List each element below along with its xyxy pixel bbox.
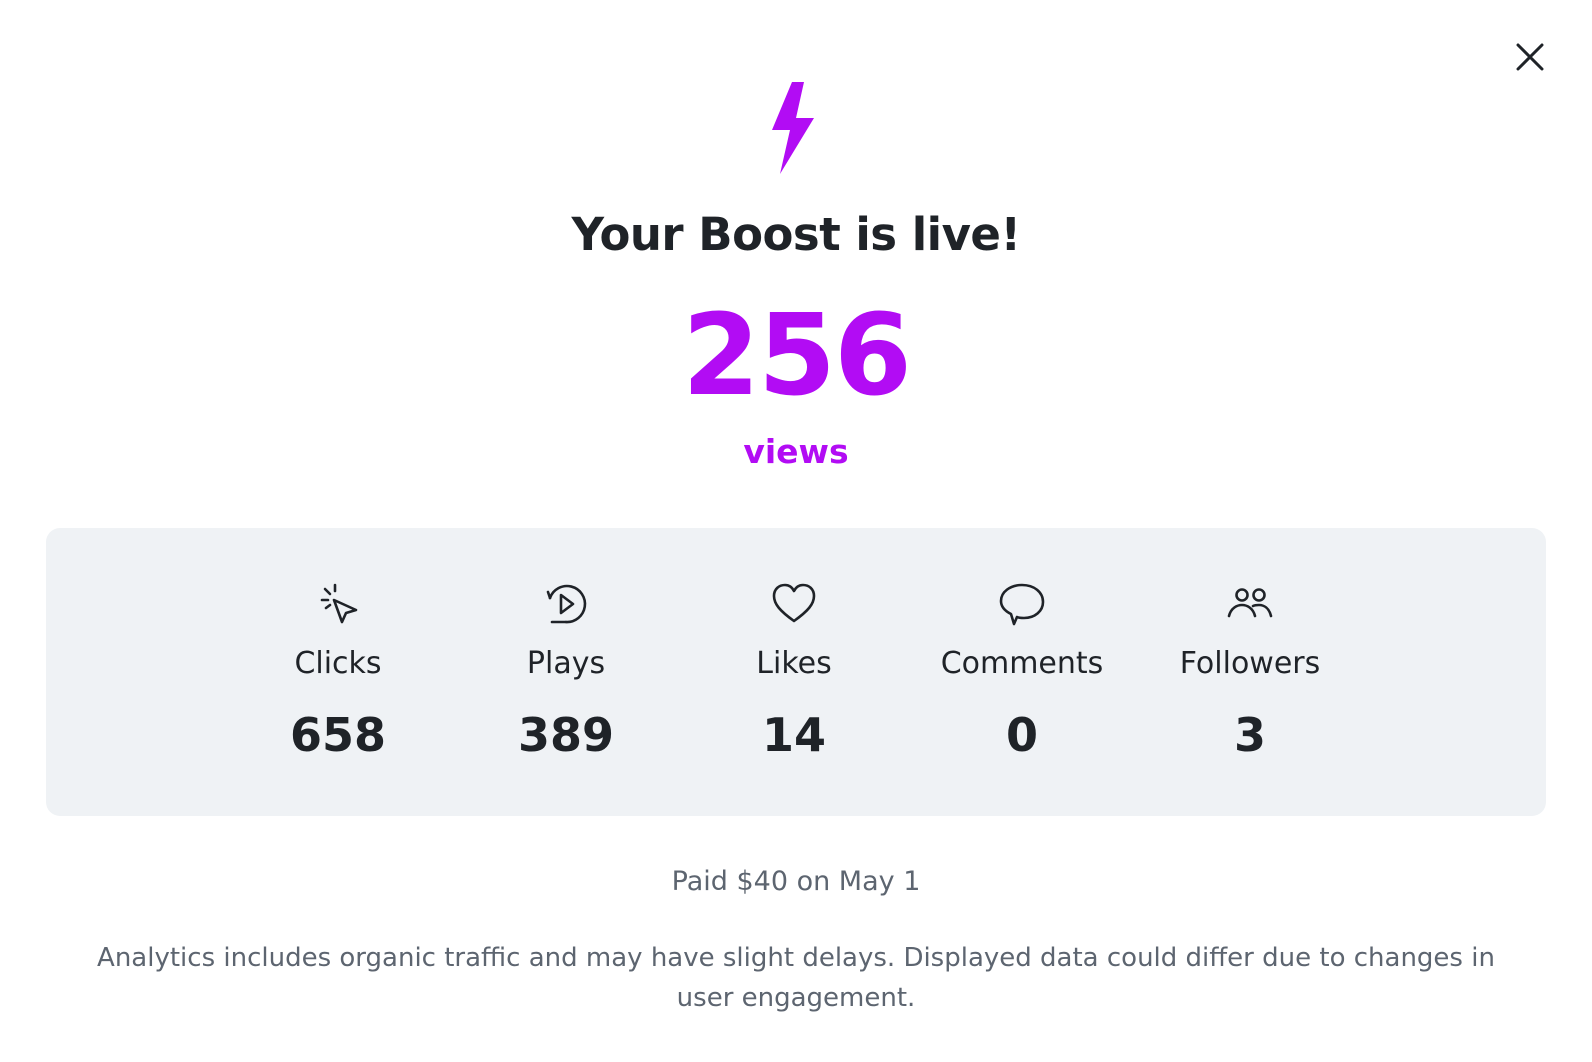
play-replay-icon xyxy=(546,584,587,624)
stat-label: Followers xyxy=(1179,646,1321,681)
stats-panel: Clicks 658 Plays 389 Likes 14 Comments 0… xyxy=(46,528,1546,816)
stat-value: 658 xyxy=(289,708,387,762)
stat-plays: Plays 389 xyxy=(446,528,686,816)
cursor-click-icon xyxy=(320,583,358,624)
lightning-bolt-icon xyxy=(772,82,814,174)
close-button[interactable] xyxy=(1511,38,1549,76)
views-label: views xyxy=(743,432,849,471)
stat-likes: Likes 14 xyxy=(674,528,914,816)
stat-label: Likes xyxy=(756,646,832,681)
stat-followers: Followers 3 xyxy=(1130,528,1370,816)
close-icon xyxy=(1516,43,1544,71)
boost-live-modal: Your Boost is live! 256 views Clicks 658 xyxy=(0,0,1592,1062)
views-count: 256 xyxy=(682,291,912,421)
followers-icon xyxy=(1227,588,1273,618)
stat-label: Comments xyxy=(940,646,1104,681)
stat-value: 3 xyxy=(1233,708,1266,762)
stat-value: 0 xyxy=(1005,708,1038,762)
stat-value: 14 xyxy=(761,708,826,762)
stat-comments: Comments 0 xyxy=(902,528,1142,816)
stat-value: 389 xyxy=(517,708,615,762)
modal-title: Your Boost is live! xyxy=(571,208,1021,261)
heart-icon xyxy=(772,583,816,623)
stat-clicks: Clicks 658 xyxy=(218,528,458,816)
payment-note: Paid $40 on May 1 xyxy=(671,866,921,897)
stat-label: Plays xyxy=(526,646,606,681)
comment-bubble-icon xyxy=(999,583,1045,626)
stat-label: Clicks xyxy=(294,646,382,681)
analytics-disclaimer: Analytics includes organic traffic and m… xyxy=(97,943,1495,1013)
